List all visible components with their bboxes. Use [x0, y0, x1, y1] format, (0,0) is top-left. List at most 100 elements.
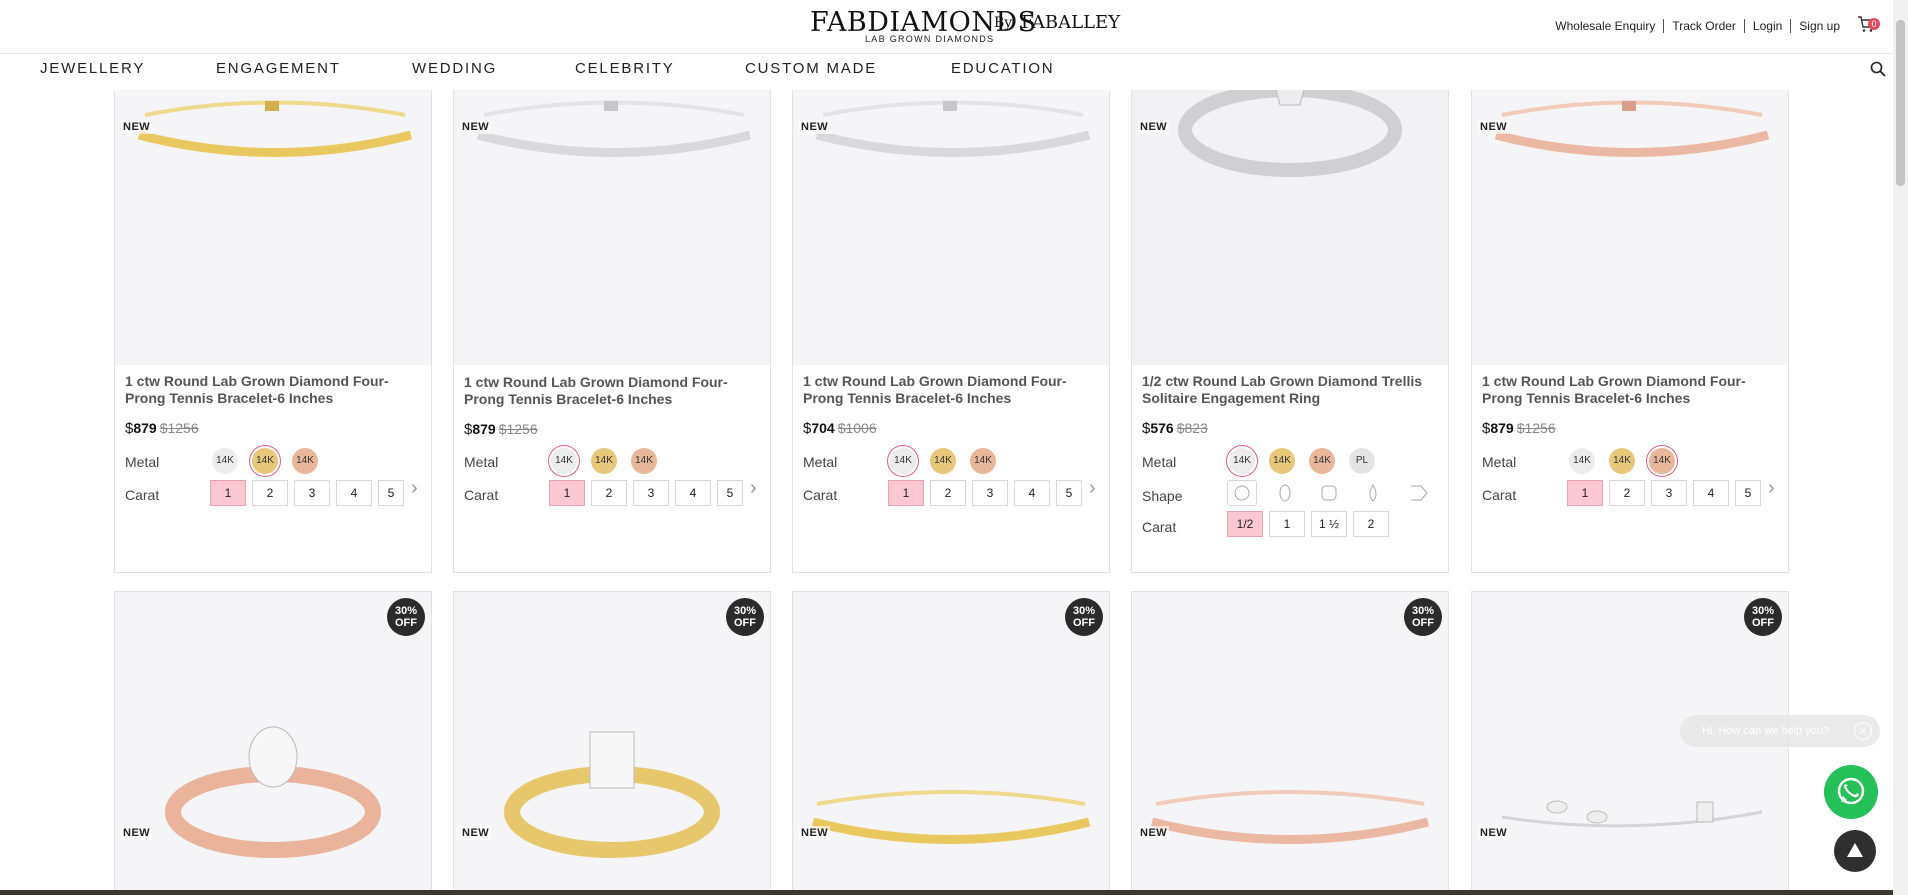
cushion-shape-icon[interactable]	[1314, 480, 1344, 506]
product-image[interactable]: NEW	[1132, 75, 1448, 365]
carat-option[interactable]: 2	[591, 480, 627, 506]
metal-option-rose-gold[interactable]: 14K	[631, 448, 657, 474]
nav-jewellery[interactable]: JEWELLERY	[40, 60, 145, 77]
metal-option-rose-gold[interactable]: 14K	[292, 448, 318, 474]
metal-option-yellow-gold[interactable]: 14K	[1269, 448, 1295, 474]
bracelet-image	[137, 100, 413, 157]
product-image[interactable]: NEW 30% OFF	[454, 592, 770, 895]
metal-option-rose-gold[interactable]: 14K	[1309, 448, 1335, 474]
carat-option[interactable]: 2	[930, 480, 966, 506]
scroll-to-top-button[interactable]	[1834, 830, 1876, 872]
new-badge: NEW	[121, 120, 153, 134]
signup-link[interactable]: Sign up	[1790, 19, 1848, 33]
wholesale-enquiry-link[interactable]: Wholesale Enquiry	[1547, 19, 1663, 33]
metal-option-yellow-gold[interactable]: 14K	[591, 448, 617, 474]
whatsapp-button[interactable]	[1824, 765, 1878, 819]
product-image[interactable]: NEW	[115, 75, 431, 365]
product-image[interactable]: NEW	[1472, 75, 1788, 365]
metal-option-rose-gold[interactable]: 14K	[970, 448, 996, 474]
carat-option[interactable]: 5	[378, 480, 404, 506]
carat-option[interactable]: 3	[633, 480, 669, 506]
product-price: $879 $1256	[1482, 420, 1556, 437]
product-image[interactable]: NEW 30% OFF	[793, 592, 1109, 895]
page-scrollbar[interactable]	[1893, 0, 1908, 895]
product-card[interactable]: NEW 1 ctw Round Lab Grown Diamond Four-P…	[114, 74, 432, 573]
metal-option-yellow-gold[interactable]: 14K	[930, 448, 956, 474]
product-title[interactable]: 1 ctw Round Lab Grown Diamond Four-Prong…	[464, 374, 764, 408]
nav-education[interactable]: EDUCATION	[951, 60, 1054, 77]
carat-option[interactable]: 2	[1353, 511, 1389, 537]
carat-option[interactable]: 4	[1014, 480, 1050, 506]
metal-label: Metal	[803, 454, 838, 470]
site-logo[interactable]: FABDIAMONDS By FABALLEY LAB GROWN DIAMON…	[810, 7, 1120, 47]
metal-option-rose-gold[interactable]: 14K	[1649, 448, 1675, 474]
metal-option-white-gold[interactable]: 14K	[212, 448, 238, 474]
product-image[interactable]: NEW 30% OFF	[1132, 592, 1448, 895]
nav-custom-made[interactable]: CUSTOM MADE	[745, 60, 877, 77]
carat-option[interactable]: 2	[1609, 480, 1645, 506]
nav-engagement[interactable]: ENGAGEMENT	[216, 60, 341, 77]
close-icon[interactable]: ×	[1854, 722, 1872, 740]
carat-option[interactable]: 1 ½	[1311, 511, 1347, 537]
pear-shape-icon[interactable]	[1358, 480, 1388, 506]
product-title[interactable]: 1 ctw Round Lab Grown Diamond Four-Prong…	[1482, 373, 1782, 407]
bracelet-image	[1494, 100, 1770, 157]
oval-shape-icon[interactable]	[1270, 480, 1300, 506]
chevron-right-icon[interactable]: ›	[1089, 477, 1096, 500]
search-icon[interactable]	[1870, 61, 1886, 77]
product-title[interactable]: 1 ctw Round Lab Grown Diamond Four-Prong…	[803, 373, 1103, 407]
carat-option[interactable]: 5	[1056, 480, 1082, 506]
product-card[interactable]: NEW 1/2 ctw Round Lab Grown Diamond Trel…	[1131, 74, 1449, 573]
chevron-right-icon[interactable]: ›	[411, 477, 418, 500]
carat-option[interactable]: 3	[1651, 480, 1687, 506]
chevron-right-icon[interactable]: ›	[750, 477, 757, 500]
new-badge: NEW	[460, 826, 492, 840]
product-image[interactable]: NEW	[454, 75, 770, 365]
carat-option[interactable]: 1	[888, 480, 924, 506]
round-shape-icon[interactable]	[1227, 480, 1257, 506]
carat-option[interactable]: 1	[549, 480, 585, 506]
track-order-link[interactable]: Track Order	[1663, 19, 1744, 33]
metal-option-yellow-gold[interactable]: 14K	[252, 448, 278, 474]
product-card[interactable]: NEW 30% OFF	[792, 591, 1110, 895]
product-image[interactable]: NEW	[793, 75, 1109, 365]
chevron-right-icon[interactable]: ›	[1768, 477, 1775, 500]
chevron-right-icon[interactable]	[1404, 480, 1434, 506]
nav-celebrity[interactable]: CELEBRITY	[575, 60, 675, 77]
login-link[interactable]: Login	[1743, 19, 1790, 33]
carat-label: Carat	[464, 487, 499, 503]
carat-option[interactable]: 1/2	[1227, 511, 1263, 537]
product-price: $576 $823	[1142, 420, 1208, 437]
carat-option[interactable]: 5	[1735, 480, 1761, 506]
product-title[interactable]: 1/2 ctw Round Lab Grown Diamond Trellis …	[1142, 373, 1442, 407]
product-title[interactable]: 1 ctw Round Lab Grown Diamond Four-Prong…	[125, 373, 425, 407]
product-card[interactable]: NEW 30% OFF	[114, 591, 432, 895]
product-card[interactable]: NEW 1 ctw Round Lab Grown Diamond Four-P…	[1471, 74, 1789, 573]
metal-option-white-gold[interactable]: 14K	[1569, 448, 1595, 474]
carat-option[interactable]: 4	[675, 480, 711, 506]
metal-option-yellow-gold[interactable]: 14K	[1609, 448, 1635, 474]
metal-option-platinum[interactable]: PL	[1349, 448, 1375, 474]
product-image[interactable]: NEW 30% OFF	[115, 592, 431, 895]
metal-option-white-gold[interactable]: 14K	[551, 448, 577, 474]
carat-option[interactable]: 1	[210, 480, 246, 506]
carat-option[interactable]: 3	[972, 480, 1008, 506]
metal-option-white-gold[interactable]: 14K	[1229, 448, 1255, 474]
carat-option[interactable]: 1	[1567, 480, 1603, 506]
product-card[interactable]: NEW 1 ctw Round Lab Grown Diamond Four-P…	[792, 74, 1110, 573]
carat-option[interactable]: 2	[252, 480, 288, 506]
ring-image	[165, 726, 381, 858]
nav-wedding[interactable]: WEDDING	[412, 60, 497, 77]
carat-option[interactable]: 5	[717, 480, 743, 506]
carat-option[interactable]: 4	[336, 480, 372, 506]
cart-button[interactable]: 0	[1856, 14, 1880, 36]
product-card[interactable]: NEW 1 ctw Round Lab Grown Diamond Four-P…	[453, 74, 771, 573]
metal-option-white-gold[interactable]: 14K	[890, 448, 916, 474]
scrollbar-thumb[interactable]	[1896, 20, 1905, 186]
chat-prompt[interactable]: Hi, How can we help you? ×	[1680, 715, 1880, 747]
product-card[interactable]: NEW 30% OFF	[453, 591, 771, 895]
carat-option[interactable]: 4	[1693, 480, 1729, 506]
product-card[interactable]: NEW 30% OFF	[1131, 591, 1449, 895]
carat-option[interactable]: 1	[1269, 511, 1305, 537]
carat-option[interactable]: 3	[294, 480, 330, 506]
